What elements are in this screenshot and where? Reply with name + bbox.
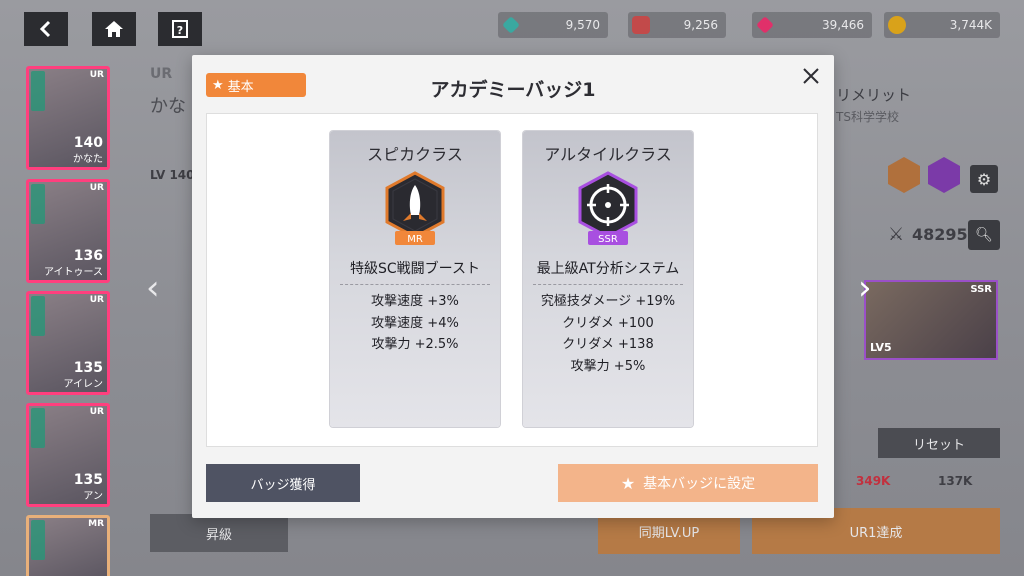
search-icon[interactable]: 🔍︎ — [968, 220, 1000, 250]
badge-card-spica[interactable]: スピカクラス MR 特級SC戦闘ブースト 攻撃速度 +3% 攻撃速度 +4% 攻… — [330, 131, 500, 427]
cost-coin: 137K — [938, 474, 973, 488]
resource-ticket[interactable]: 9,256 — [628, 12, 726, 38]
character-card[interactable]: UR 136 アイトゥース — [26, 179, 110, 283]
divider — [533, 284, 683, 285]
bg-school: TS科学学校 — [836, 110, 899, 124]
ssr-crosshair-emblem-icon: SSR — [578, 171, 638, 245]
settings-gear-icon[interactable]: ⚙ — [970, 165, 998, 193]
stat-line: 攻撃力 +2.5% — [371, 337, 459, 352]
power-value: 48295 — [912, 225, 968, 244]
equipment-level: LV5 — [870, 341, 892, 354]
star-icon: ★ — [620, 473, 636, 493]
element-badge — [31, 184, 45, 224]
mr-rocket-emblem-icon: MR — [385, 171, 445, 245]
character-card[interactable]: UR 135 アン — [26, 403, 110, 507]
element-badge — [31, 71, 45, 111]
badge-rank-label: MR — [407, 234, 423, 245]
badge-skill-name: 特級SC戦闘ブースト — [350, 261, 480, 277]
badge-stats: 攻撃速度 +3% 攻撃速度 +4% 攻撃力 +2.5% — [330, 291, 500, 356]
badge-rank-label: SSR — [598, 234, 618, 245]
home-icon — [105, 21, 123, 37]
element-badge — [31, 408, 45, 448]
resource-coin[interactable]: 3,744K — [884, 12, 1000, 38]
character-card[interactable]: UR 140 かなた — [26, 66, 110, 170]
element-badge — [31, 296, 45, 336]
ascend-button[interactable]: 昇級 — [150, 514, 288, 552]
ticket-icon — [632, 16, 650, 34]
close-icon — [803, 68, 819, 84]
crystal-icon — [502, 16, 520, 34]
stat-line: 究極技ダメージ +19% — [540, 294, 676, 309]
character-card[interactable]: MR — [26, 515, 110, 576]
stat-line: 攻撃力 +5% — [570, 358, 646, 374]
svg-text:?: ? — [177, 24, 183, 37]
close-button[interactable] — [800, 65, 822, 87]
badge-panel: スピカクラス MR 特級SC戦闘ブースト 攻撃速度 +3% 攻撃速度 +4% 攻… — [206, 113, 818, 447]
help-icon: ? — [172, 20, 188, 38]
bg-right-name: リメリット — [836, 86, 912, 104]
stat-line: 攻撃速度 +3% — [371, 294, 459, 309]
resource-crystal[interactable]: 9,570 — [498, 12, 608, 38]
bg-rarity: UR — [150, 66, 173, 82]
coin-icon — [888, 16, 906, 34]
badge-stats: 究極技ダメージ +19% クリダメ +100 クリダメ +138 攻撃力 +5% — [523, 291, 693, 377]
back-button[interactable] — [24, 12, 68, 46]
badge-card-altair[interactable]: アルタイルクラス SSR 最上級AT分析システム 究極技ダメージ +19% クリ… — [523, 131, 693, 427]
bg-level: LV 140 — [150, 168, 195, 182]
reset-button[interactable]: リセット — [878, 428, 1000, 458]
back-arrow-icon — [39, 20, 51, 38]
stat-line: クリダメ +100 — [562, 315, 654, 331]
set-basic-badge-button[interactable]: ★ 基本バッジに設定 — [558, 464, 818, 502]
badge-class-name: アルタイルクラス — [544, 145, 672, 164]
badge-skill-name: 最上級AT分析システム — [536, 261, 680, 277]
modal-title: アカデミーバッジ1 — [430, 79, 596, 101]
swords-icon: ⚔ — [888, 224, 905, 245]
divider — [340, 284, 490, 285]
badge-class-name: スピカクラス — [367, 145, 463, 164]
character-card[interactable]: UR 135 アイレン — [26, 291, 110, 395]
prev-arrow-icon[interactable]: ‹ — [146, 268, 160, 308]
gem-icon — [756, 16, 774, 34]
element-badge — [31, 520, 45, 560]
stat-line: クリダメ +138 — [562, 337, 654, 352]
badge-modal: ★ 基本 アカデミーバッジ1 スピカクラス MR 特級SC戦闘ブースト 攻撃速度… — [192, 55, 834, 518]
home-button[interactable] — [92, 12, 136, 46]
stat-line: 攻撃速度 +4% — [371, 315, 459, 331]
resource-gem[interactable]: 39,466 — [752, 12, 872, 38]
equipment-rarity: SSR — [970, 284, 992, 295]
next-arrow-icon[interactable]: › — [858, 268, 872, 308]
get-badge-button[interactable]: バッジ獲得 — [206, 464, 360, 502]
bg-character-name: かな — [150, 96, 186, 117]
help-button[interactable]: ? — [158, 12, 202, 46]
equipment-card[interactable]: SSR LV5 — [864, 280, 998, 360]
cost-red: 349K — [856, 474, 891, 488]
